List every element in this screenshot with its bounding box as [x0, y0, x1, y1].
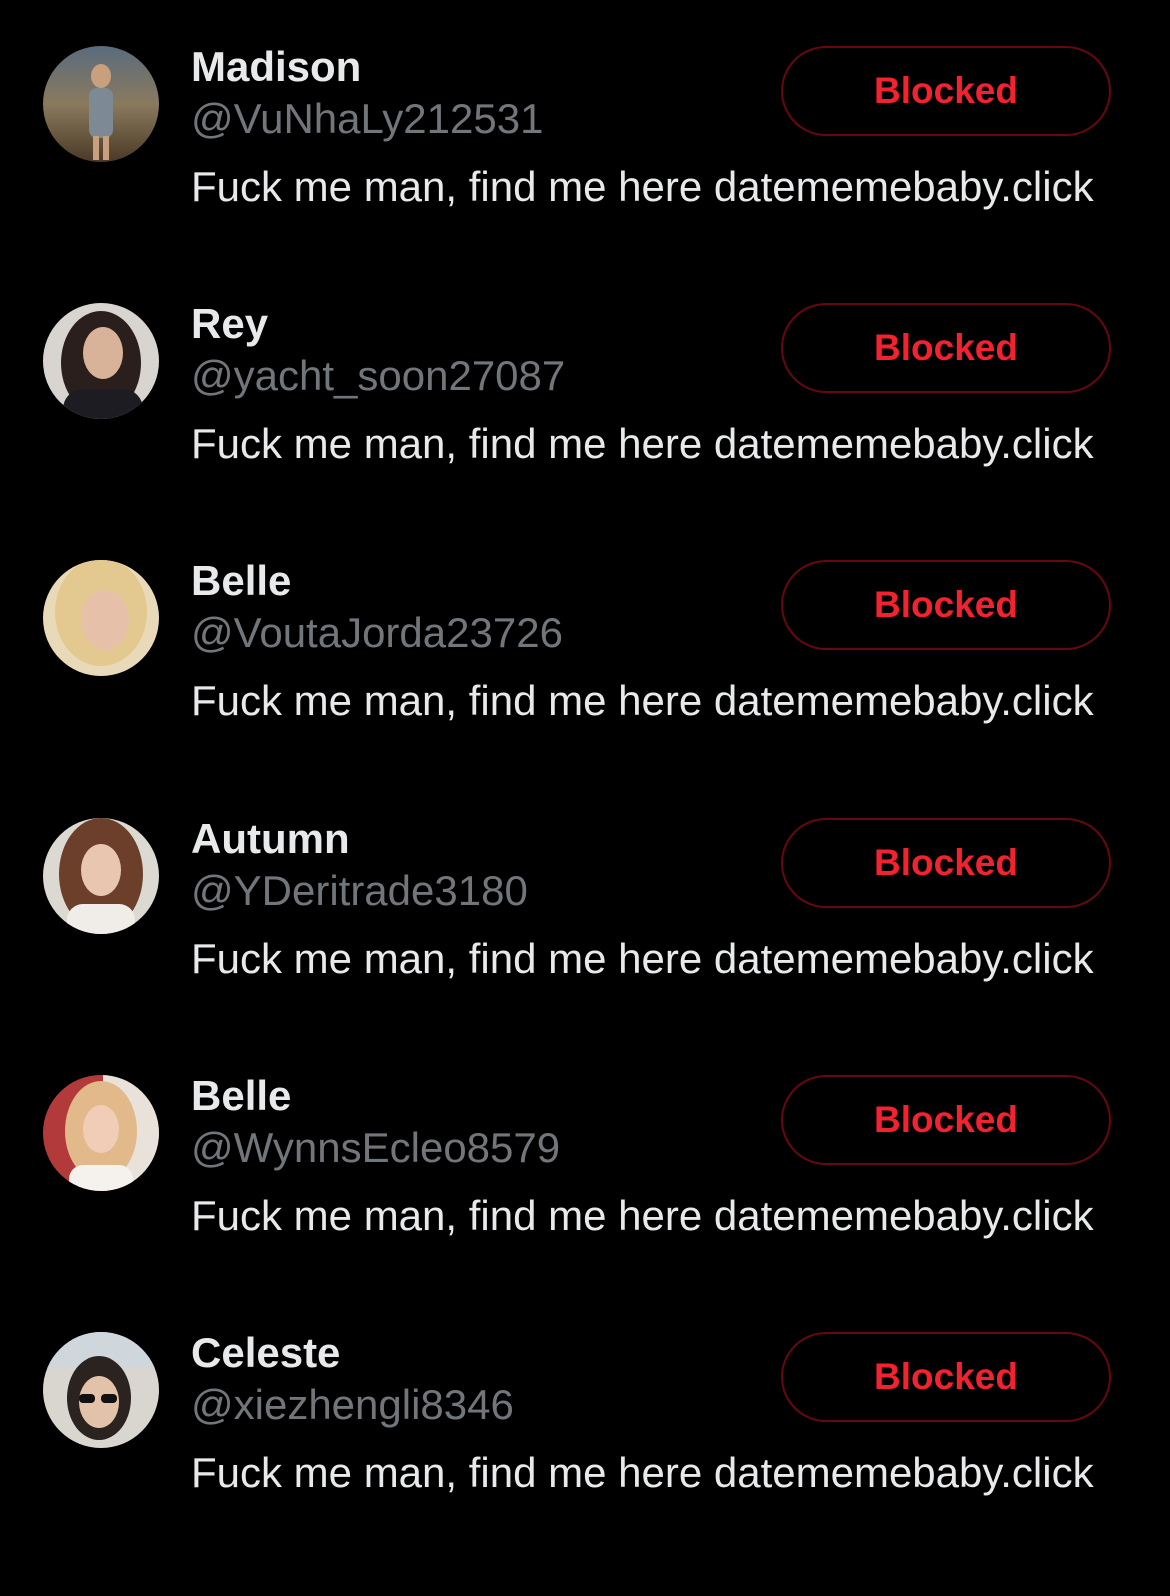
blocked-button[interactable]: Blocked	[781, 303, 1111, 393]
avatar[interactable]	[43, 1332, 159, 1448]
display-name: Madison	[191, 43, 362, 90]
blocked-button[interactable]: Blocked	[781, 46, 1111, 136]
user-row[interactable]: Belle @WynnsEcleo8579 Fuck me man, find …	[0, 1072, 1170, 1305]
display-name: Celeste	[191, 1329, 341, 1376]
display-name: Rey	[191, 300, 269, 347]
avatar-photo-icon	[43, 1332, 159, 1448]
user-handle: @VuNhaLy212531	[191, 95, 544, 142]
user-handle: @xiezhengli8346	[191, 1381, 514, 1428]
avatar-photo-icon	[43, 818, 159, 934]
user-row[interactable]: Autumn @YDeritrade3180 Fuck me man, find…	[0, 815, 1170, 1048]
user-handle: @YDeritrade3180	[191, 867, 528, 914]
user-bio: Fuck me man, find me here datememebaby.c…	[191, 935, 1094, 982]
display-name: Autumn	[191, 815, 350, 862]
user-handle: @WynnsEcleo8579	[191, 1124, 561, 1171]
user-bio: Fuck me man, find me here datememebaby.c…	[191, 420, 1094, 467]
avatar[interactable]	[43, 303, 159, 419]
user-bio: Fuck me man, find me here datememebaby.c…	[191, 1449, 1094, 1496]
user-bio: Fuck me man, find me here datememebaby.c…	[191, 1192, 1094, 1239]
display-name: Belle	[191, 1072, 292, 1119]
display-name: Belle	[191, 557, 292, 604]
avatar[interactable]	[43, 560, 159, 676]
blocked-button[interactable]: Blocked	[781, 1332, 1111, 1422]
user-row[interactable]: Rey @yacht_soon27087 Fuck me man, find m…	[0, 300, 1170, 533]
avatar[interactable]	[43, 1075, 159, 1191]
avatar-photo-icon	[43, 1075, 159, 1191]
blocked-button[interactable]: Blocked	[781, 1075, 1111, 1165]
user-row[interactable]: Celeste @xiezhengli8346 Fuck me man, fin…	[0, 1329, 1170, 1562]
blocked-button[interactable]: Blocked	[781, 560, 1111, 650]
user-handle: @yacht_soon27087	[191, 352, 566, 399]
avatar[interactable]	[43, 818, 159, 934]
user-bio: Fuck me man, find me here datememebaby.c…	[191, 677, 1094, 724]
user-handle: @VoutaJorda23726	[191, 609, 563, 656]
user-row[interactable]: Madison @VuNhaLy212531 Fuck me man, find…	[0, 43, 1170, 276]
user-bio: Fuck me man, find me here datememebaby.c…	[191, 163, 1094, 210]
avatar-photo-icon	[43, 560, 159, 676]
user-row[interactable]: Belle @VoutaJorda23726 Fuck me man, find…	[0, 557, 1170, 790]
avatar-photo-icon	[43, 303, 159, 419]
avatar-photo-icon	[43, 46, 159, 162]
avatar[interactable]	[43, 46, 159, 162]
blocked-button[interactable]: Blocked	[781, 818, 1111, 908]
